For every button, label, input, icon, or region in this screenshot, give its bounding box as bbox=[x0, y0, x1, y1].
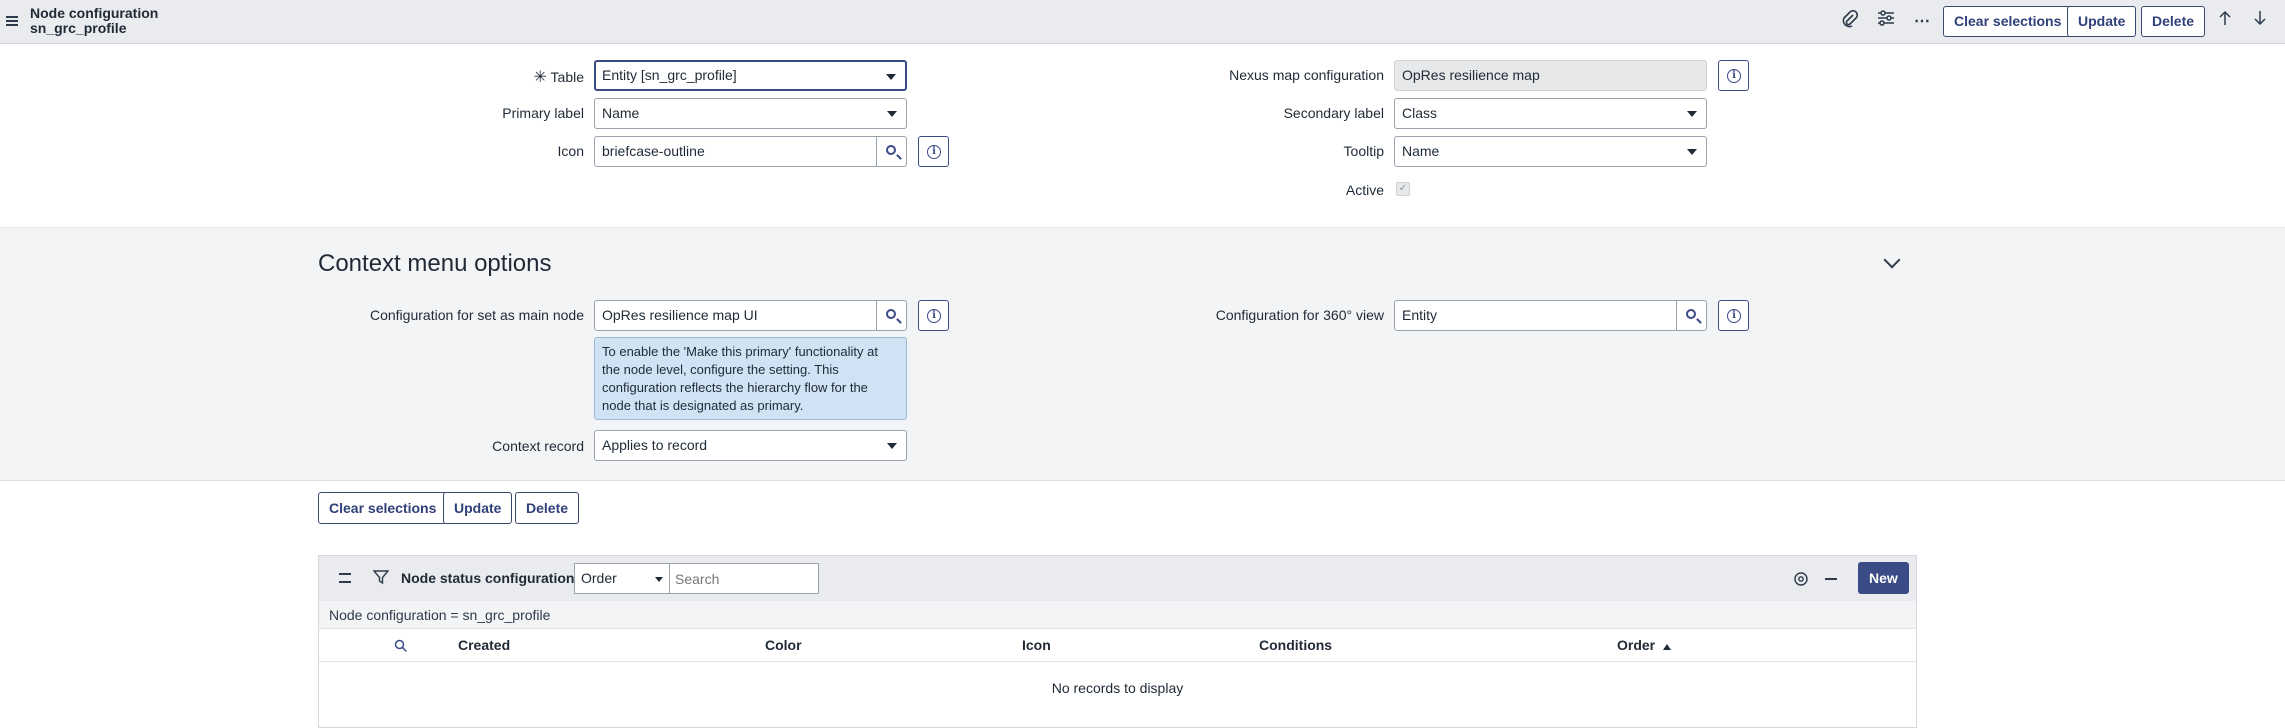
chevron-down-icon bbox=[887, 443, 897, 449]
active-checkbox: ✓ bbox=[1396, 182, 1410, 196]
page-title-line1: Node configuration bbox=[30, 5, 159, 21]
context-record-select[interactable]: Applies to record bbox=[594, 430, 907, 461]
delete-button-bottom[interactable]: Delete bbox=[515, 492, 580, 524]
view360-info-button[interactable]: i bbox=[1718, 300, 1749, 331]
column-search-icon[interactable] bbox=[394, 639, 408, 656]
menu-icon[interactable] bbox=[6, 16, 18, 26]
tooltip-label: Tooltip bbox=[1343, 143, 1384, 159]
page-title: Node configuration sn_grc_profile bbox=[30, 6, 158, 36]
secondary-label-label: Secondary label bbox=[1283, 105, 1384, 121]
clear-selections-button-bottom[interactable]: Clear selections bbox=[318, 492, 448, 524]
view360-value: Entity bbox=[1402, 307, 1438, 323]
settings-icon[interactable] bbox=[1793, 571, 1809, 590]
new-button[interactable]: New bbox=[1858, 562, 1909, 594]
minimize-icon[interactable] bbox=[1825, 578, 1837, 580]
search-field-select[interactable]: Order bbox=[574, 563, 670, 594]
view360-input[interactable]: Entity bbox=[1394, 300, 1677, 331]
chevron-down-icon bbox=[887, 111, 897, 117]
main-node-value: OpRes resilience map UI bbox=[602, 307, 758, 323]
search-icon bbox=[886, 145, 896, 155]
filter-icon[interactable] bbox=[372, 569, 390, 588]
personalize-icon[interactable] bbox=[1874, 10, 1898, 34]
icon-lookup-button[interactable] bbox=[876, 136, 907, 167]
column-order[interactable]: Order bbox=[1617, 637, 1655, 653]
view360-lookup-button[interactable] bbox=[1676, 300, 1707, 331]
context-record-label: Context record bbox=[492, 438, 584, 454]
page-title-line2: sn_grc_profile bbox=[30, 20, 127, 36]
primary-label-select[interactable]: Name bbox=[594, 98, 907, 129]
column-icon[interactable]: Icon bbox=[1022, 637, 1051, 653]
icon-info-button[interactable]: i bbox=[918, 136, 949, 167]
info-icon: i bbox=[1727, 69, 1741, 83]
column-conditions[interactable]: Conditions bbox=[1259, 637, 1332, 653]
chevron-down-icon bbox=[886, 74, 896, 80]
chevron-down-icon bbox=[1687, 111, 1697, 117]
view360-label: Configuration for 360° view bbox=[1215, 307, 1384, 323]
icon-label: Icon bbox=[557, 143, 584, 159]
update-button-bottom[interactable]: Update bbox=[443, 492, 513, 524]
active-label: Active bbox=[1345, 182, 1384, 198]
icon-input-value: briefcase-outline bbox=[602, 143, 705, 159]
primary-label-label: Primary label bbox=[502, 105, 584, 121]
chevron-down-icon bbox=[1687, 149, 1697, 155]
arrow-up-icon[interactable] bbox=[2213, 10, 2237, 34]
info-icon: i bbox=[1727, 309, 1741, 323]
form-header: Node configuration sn_grc_profile ⋯ Clea… bbox=[0, 0, 2285, 44]
column-created[interactable]: Created bbox=[458, 637, 510, 653]
filter-breadcrumb: Node configuration = sn_grc_profile bbox=[319, 601, 1916, 629]
section-title: Context menu options bbox=[318, 250, 552, 277]
related-list-title: Node status configurations bbox=[401, 570, 583, 586]
info-icon: i bbox=[927, 309, 941, 323]
main-node-info-button[interactable]: i bbox=[918, 300, 949, 331]
more-options-icon[interactable]: ⋯ bbox=[1910, 10, 1934, 34]
delete-button[interactable]: Delete bbox=[2141, 6, 2206, 37]
chevron-down-icon bbox=[655, 577, 663, 582]
main-node-lookup-button[interactable] bbox=[876, 300, 907, 331]
context-record-value: Applies to record bbox=[602, 437, 708, 453]
secondary-label-select[interactable]: Class bbox=[1394, 98, 1707, 129]
table-label: ✳ Table bbox=[520, 67, 584, 87]
related-list-header: Node status configurations Order New bbox=[319, 556, 1916, 601]
related-list: Node status configurations Order New Nod… bbox=[318, 555, 1917, 728]
field-info-message: To enable the 'Make this primary' functi… bbox=[594, 337, 907, 420]
search-input[interactable] bbox=[669, 563, 819, 594]
update-button[interactable]: Update bbox=[2067, 6, 2137, 37]
table-select[interactable]: Entity [sn_grc_profile] bbox=[594, 60, 907, 91]
nexus-info-button[interactable]: i bbox=[1718, 60, 1749, 91]
info-icon: i bbox=[927, 145, 941, 159]
arrow-down-icon[interactable] bbox=[2248, 10, 2272, 34]
nexus-map-label: Nexus map configuration bbox=[1229, 67, 1384, 83]
list-menu-icon[interactable] bbox=[339, 573, 351, 583]
sort-ascending-icon bbox=[1663, 644, 1671, 650]
column-headers: Created Color Icon Conditions Order bbox=[319, 629, 1916, 662]
main-node-label: Configuration for set as main node bbox=[369, 307, 584, 323]
tooltip-value: Name bbox=[1402, 143, 1440, 159]
table-select-value: Entity [sn_grc_profile] bbox=[602, 67, 737, 83]
main-node-input[interactable]: OpRes resilience map UI bbox=[594, 300, 877, 331]
empty-list-message: No records to display bbox=[1051, 680, 1184, 696]
clear-selections-button[interactable]: Clear selections bbox=[1943, 6, 2073, 37]
paperclip-icon[interactable] bbox=[1838, 9, 1862, 34]
filter-breadcrumb-text[interactable]: Node configuration = sn_grc_profile bbox=[329, 607, 550, 623]
search-icon bbox=[886, 309, 896, 319]
primary-label-value: Name bbox=[602, 105, 640, 121]
search-field-value: Order bbox=[581, 570, 617, 586]
nexus-map-field: OpRes resilience map bbox=[1394, 60, 1707, 91]
mandatory-icon: ✳ bbox=[533, 69, 547, 86]
icon-input[interactable]: briefcase-outline bbox=[594, 136, 877, 167]
tooltip-select[interactable]: Name bbox=[1394, 136, 1707, 167]
table-label-text: Table bbox=[550, 69, 584, 85]
nexus-map-value: OpRes resilience map bbox=[1402, 67, 1540, 83]
search-icon bbox=[1686, 309, 1696, 319]
secondary-label-value: Class bbox=[1402, 105, 1438, 121]
column-color[interactable]: Color bbox=[765, 637, 802, 653]
